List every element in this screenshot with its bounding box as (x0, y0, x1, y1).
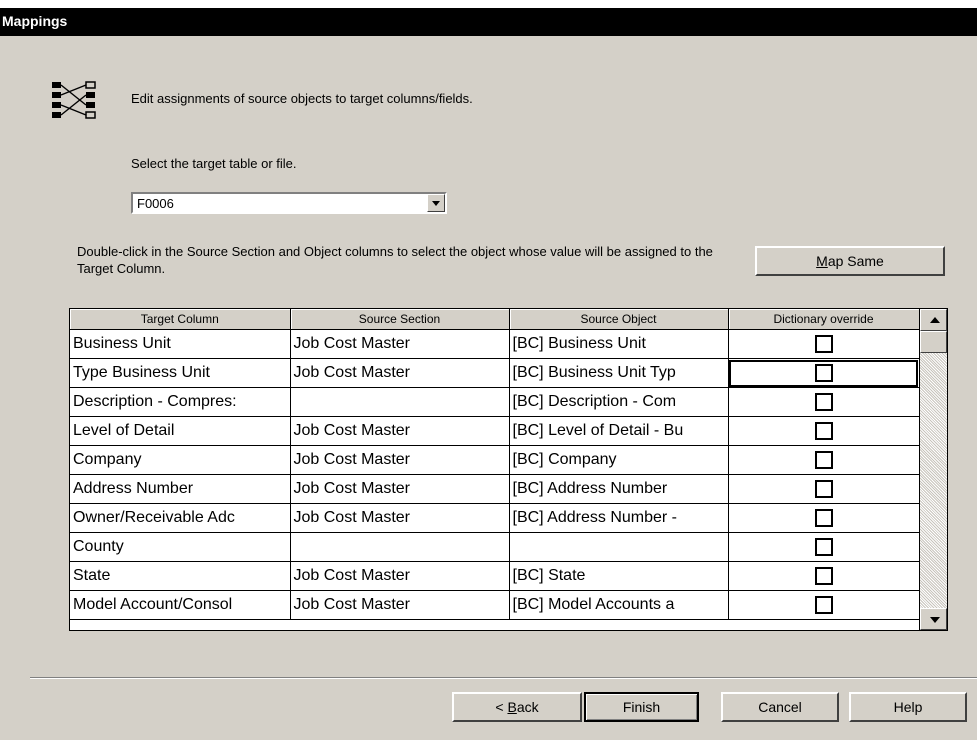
table-row[interactable]: Address Number Job Cost Master [BC] Addr… (70, 474, 920, 504)
source-object-cell[interactable]: [BC] State (509, 561, 729, 591)
table-row[interactable]: Company Job Cost Master [BC] Company (70, 445, 920, 475)
source-object-cell[interactable]: [BC] Level of Detail - Bu (509, 416, 729, 446)
target-column-cell[interactable]: County (70, 532, 291, 562)
source-section-cell[interactable]: Job Cost Master (290, 416, 510, 446)
table-row[interactable]: County (70, 532, 920, 562)
source-object-cell[interactable]: [BC] Business Unit Typ (509, 358, 729, 388)
mappings-table: Target Column Source Section Source Obje… (70, 309, 920, 620)
target-table-label: Select the target table or file. (131, 156, 297, 171)
title-bar: Mappings (0, 8, 977, 36)
target-column-cell[interactable]: State (70, 561, 291, 591)
help-button[interactable]: Help (849, 692, 967, 722)
source-section-cell[interactable]: Job Cost Master (290, 329, 510, 359)
source-section-cell[interactable] (290, 387, 510, 417)
mappings-dialog: Mappings Edit assignments of source obje… (0, 8, 977, 740)
override-checkbox[interactable] (814, 363, 833, 382)
dictionary-override-cell[interactable] (728, 503, 920, 533)
target-column-cell[interactable]: Level of Detail (70, 416, 291, 446)
column-header-dictionary-override[interactable]: Dictionary override (728, 309, 920, 330)
source-section-cell[interactable] (290, 532, 510, 562)
override-checkbox[interactable] (814, 566, 833, 585)
dictionary-override-cell[interactable] (728, 358, 920, 388)
cancel-button[interactable]: Cancel (721, 692, 839, 722)
target-column-cell[interactable]: Model Account/Consol (70, 590, 291, 620)
target-table-select[interactable]: F0006 (131, 192, 447, 214)
map-same-button[interactable]: Map Same (755, 246, 945, 276)
dictionary-override-cell[interactable] (728, 474, 920, 504)
dictionary-override-cell[interactable] (728, 329, 920, 359)
arrow-up-icon (930, 317, 940, 323)
target-column-cell[interactable]: Type Business Unit (70, 358, 291, 388)
source-object-cell[interactable]: [BC] Description - Com (509, 387, 729, 417)
mappings-grid[interactable]: Target Column Source Section Source Obje… (69, 308, 948, 631)
back-button[interactable]: < Back (452, 692, 582, 722)
override-checkbox[interactable] (814, 508, 833, 527)
table-row[interactable]: Description - Compres: [BC] Description … (70, 387, 920, 417)
target-column-cell[interactable]: Address Number (70, 474, 291, 504)
source-object-cell[interactable]: [BC] Address Number - (509, 503, 729, 533)
column-header-source-section[interactable]: Source Section (290, 309, 510, 330)
source-object-cell[interactable]: [BC] Company (509, 445, 729, 475)
override-checkbox[interactable] (814, 334, 833, 353)
source-section-cell[interactable]: Job Cost Master (290, 503, 510, 533)
target-column-cell[interactable]: Description - Compres: (70, 387, 291, 417)
target-column-cell[interactable]: Business Unit (70, 329, 291, 359)
dictionary-override-cell[interactable] (728, 445, 920, 475)
source-object-cell[interactable] (509, 532, 729, 562)
window-title: Mappings (2, 13, 68, 29)
source-object-cell[interactable]: [BC] Address Number (509, 474, 729, 504)
table-row[interactable]: State Job Cost Master [BC] State (70, 561, 920, 591)
scroll-thumb[interactable] (920, 331, 947, 353)
scroll-down-button[interactable] (920, 608, 947, 630)
override-checkbox[interactable] (814, 537, 833, 556)
override-checkbox[interactable] (814, 479, 833, 498)
source-section-cell[interactable]: Job Cost Master (290, 561, 510, 591)
source-section-cell[interactable]: Job Cost Master (290, 358, 510, 388)
arrow-down-icon (930, 617, 940, 623)
column-header-target[interactable]: Target Column (70, 309, 291, 330)
table-row[interactable]: Business Unit Job Cost Master [BC] Busin… (70, 329, 920, 359)
source-section-cell[interactable]: Job Cost Master (290, 474, 510, 504)
override-checkbox[interactable] (814, 450, 833, 469)
vertical-scrollbar[interactable] (919, 309, 947, 630)
chevron-down-icon (432, 201, 440, 206)
dictionary-override-cell[interactable] (728, 590, 920, 620)
override-checkbox[interactable] (814, 392, 833, 411)
dropdown-button[interactable] (427, 194, 445, 212)
separator (30, 677, 977, 679)
source-section-cell[interactable]: Job Cost Master (290, 590, 510, 620)
instructions-text: Edit assignments of source objects to ta… (131, 91, 473, 106)
finish-button[interactable]: Finish (584, 692, 699, 722)
table-row[interactable]: Owner/Receivable Adc Job Cost Master [BC… (70, 503, 920, 533)
target-column-cell[interactable]: Owner/Receivable Adc (70, 503, 291, 533)
table-row[interactable]: Model Account/Consol Job Cost Master [BC… (70, 590, 920, 620)
table-row[interactable]: Level of Detail Job Cost Master [BC] Lev… (70, 416, 920, 446)
grid-header-row: Target Column Source Section Source Obje… (70, 309, 920, 330)
source-object-cell[interactable]: [BC] Model Accounts a (509, 590, 729, 620)
dictionary-override-cell[interactable] (728, 387, 920, 417)
dictionary-override-cell[interactable] (728, 561, 920, 591)
column-header-source-object[interactable]: Source Object (509, 309, 729, 330)
dictionary-override-cell[interactable] (728, 416, 920, 446)
source-object-cell[interactable]: [BC] Business Unit (509, 329, 729, 359)
mapping-icon (52, 81, 96, 119)
target-column-cell[interactable]: Company (70, 445, 291, 475)
table-row[interactable]: Type Business Unit Job Cost Master [BC] … (70, 358, 920, 388)
target-table-value: F0006 (137, 196, 174, 211)
source-section-cell[interactable]: Job Cost Master (290, 445, 510, 475)
dictionary-override-cell[interactable] (728, 532, 920, 562)
hint-text: Double-click in the Source Section and O… (77, 244, 713, 276)
override-checkbox[interactable] (814, 595, 833, 614)
override-checkbox[interactable] (814, 421, 833, 440)
scroll-up-button[interactable] (920, 309, 947, 331)
